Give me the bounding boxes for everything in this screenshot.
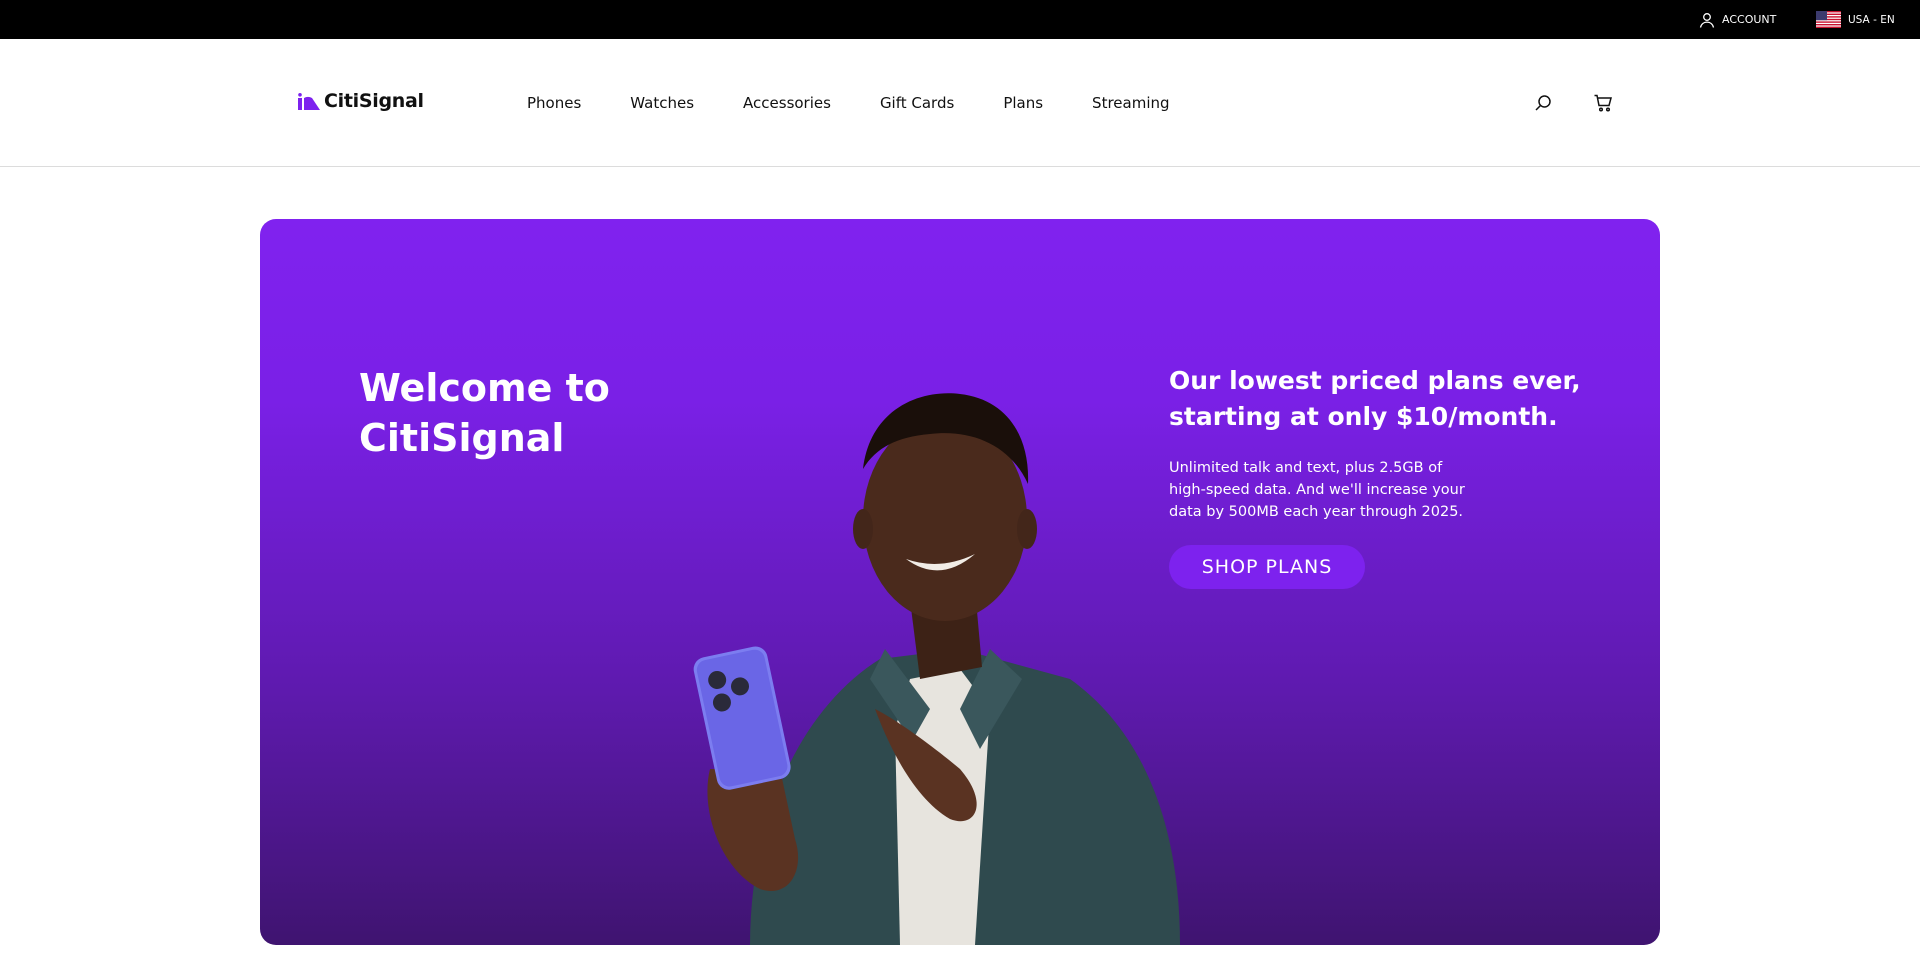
us-flag-icon (1816, 11, 1841, 28)
hero-banner: Welcome to CitiSignal Our lowest priced … (260, 219, 1660, 945)
nav-streaming[interactable]: Streaming (1092, 94, 1169, 112)
hero-body-text: Unlimited talk and text, plus 2.5GB of h… (1169, 460, 1465, 520)
hero-promo: Our lowest priced plans ever, starting a… (1169, 363, 1589, 589)
citisignal-logo[interactable]: CitiSignal (298, 90, 424, 112)
account-label: ACCOUNT (1722, 13, 1777, 26)
nav-phones[interactable]: Phones (527, 94, 581, 112)
search-icon (1535, 95, 1551, 111)
utility-bar: ACCOUNT USA - EN (0, 0, 1920, 39)
cart-button[interactable] (1591, 91, 1615, 115)
nav-accessories[interactable]: Accessories (743, 94, 831, 112)
hero-headline: Our lowest priced plans ever, starting a… (1169, 366, 1581, 431)
shop-plans-button[interactable]: SHOP PLANS (1169, 545, 1365, 589)
nav-gift-cards[interactable]: Gift Cards (880, 94, 954, 112)
locale-selector[interactable]: USA - EN (1816, 0, 1895, 39)
account-link[interactable]: ACCOUNT (1699, 0, 1776, 39)
logo-text: CitiSignal (324, 90, 424, 112)
locale-label: USA - EN (1848, 13, 1895, 26)
nav-plans[interactable]: Plans (1003, 94, 1043, 112)
search-button[interactable] (1531, 91, 1555, 115)
cart-icon (1594, 94, 1612, 112)
site-header: CitiSignal Phones Watches Accessories Gi… (0, 39, 1920, 167)
citisignal-logo-icon (298, 92, 320, 110)
user-icon (1699, 12, 1715, 28)
hero-person-image (693, 393, 1180, 945)
nav-watches[interactable]: Watches (630, 94, 694, 112)
main-nav: Phones Watches Accessories Gift Cards Pl… (527, 39, 1219, 167)
